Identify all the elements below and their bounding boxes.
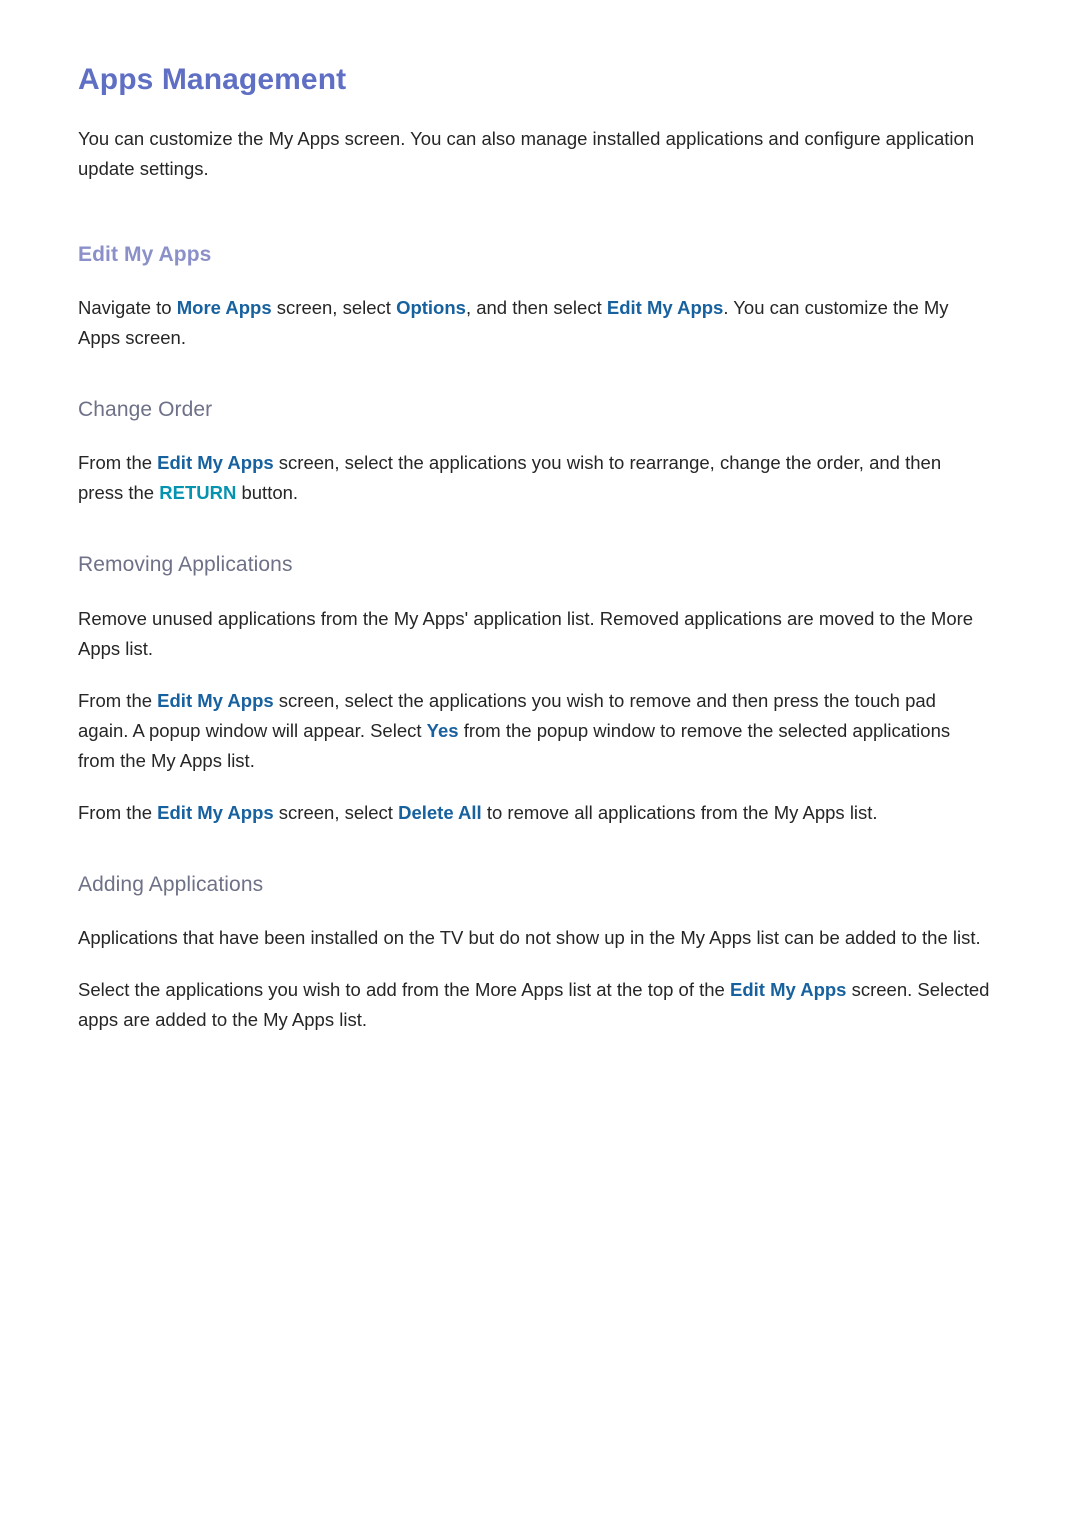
intro-paragraph: You can customize the My Apps screen. Yo… <box>78 128 975 179</box>
link-edit-my-apps[interactable]: Edit My Apps <box>730 979 846 1000</box>
text-fragment: From the <box>78 452 158 474</box>
document-page: Apps Management You can customize the My… <box>0 0 1080 1527</box>
page-title: Apps Management <box>78 63 347 96</box>
paragraph-removing-delete-all: From the Edit My Apps screen, select Del… <box>78 798 990 828</box>
link-edit-my-apps[interactable]: Edit My Apps <box>157 690 273 711</box>
link-options[interactable]: Options <box>396 297 466 318</box>
section-change-order: Change Order From the Edit My Apps scree… <box>78 397 1000 508</box>
link-delete-all[interactable]: Delete All <box>398 802 482 823</box>
paragraph-removing-steps: From the Edit My Apps screen, select the… <box>78 686 990 776</box>
paragraph-change-order: From the Edit My Apps screen, select the… <box>78 448 990 508</box>
text-fragment: Select the applications you wish to add … <box>78 978 730 1000</box>
section-edit-my-apps: Edit My Apps Navigate to More Apps scree… <box>78 242 1000 353</box>
text-fragment: screen, select <box>273 801 399 823</box>
link-edit-my-apps[interactable]: Edit My Apps <box>607 297 723 318</box>
text-fragment: , and then select <box>465 297 607 319</box>
section-adding-applications: Adding Applications Applications that ha… <box>78 872 1000 1035</box>
paragraph-edit-my-apps: Navigate to More Apps screen, select Opt… <box>78 293 990 353</box>
heading-change-order: Change Order <box>78 398 213 422</box>
link-edit-my-apps[interactable]: Edit My Apps <box>157 802 273 823</box>
text-fragment: screen, select <box>271 297 397 319</box>
link-more-apps[interactable]: More Apps <box>177 297 272 318</box>
section-removing-applications: Removing Applications Remove unused appl… <box>78 552 1000 827</box>
link-yes[interactable]: Yes <box>427 720 459 741</box>
text-fragment: From the <box>78 689 158 711</box>
text-fragment: Navigate to <box>78 297 177 319</box>
heading-removing-applications: Removing Applications <box>78 553 293 577</box>
heading-edit-my-apps: Edit My Apps <box>78 243 212 266</box>
link-edit-my-apps[interactable]: Edit My Apps <box>157 452 273 473</box>
paragraph-adding-steps: Select the applications you wish to add … <box>78 975 990 1035</box>
key-return[interactable]: RETURN <box>159 482 236 503</box>
paragraph-removing-intro: Remove unused applications from the My A… <box>78 607 974 659</box>
heading-adding-applications: Adding Applications <box>78 872 264 896</box>
paragraph-adding-intro: Applications that have been installed on… <box>78 926 981 948</box>
text-fragment: From the <box>78 801 158 823</box>
text-fragment: to remove all applications from the My A… <box>481 801 878 823</box>
text-fragment: button. <box>236 482 299 504</box>
